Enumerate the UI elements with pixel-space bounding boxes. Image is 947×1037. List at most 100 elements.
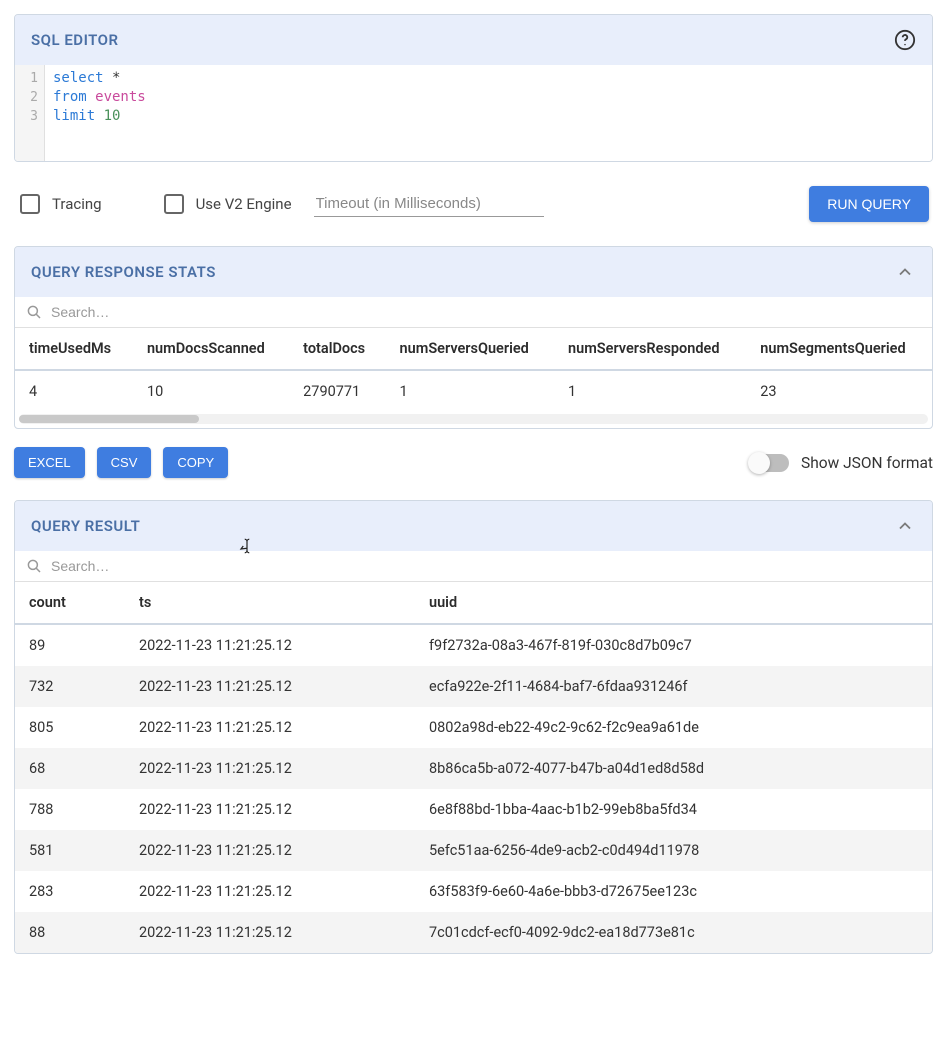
result-cell-count: 89	[15, 624, 125, 666]
result-cell-uuid: 0802a98d-eb22-49c2-9c62-f2c9ea9a61de	[415, 707, 932, 748]
result-panel: QUERY RESULT count ts uuid	[14, 500, 933, 954]
search-icon	[25, 557, 43, 575]
result-cell-uuid: 6e8f88bd-1bba-4aac-b1b2-99eb8ba5fd34	[415, 789, 932, 830]
horizontal-scrollbar[interactable]	[19, 414, 928, 424]
csv-button[interactable]: CSV	[97, 447, 152, 478]
result-cell-ts: 2022-11-23 11:21:25.12	[125, 789, 415, 830]
stats-col-header[interactable]: numSegmentsQueried	[746, 328, 932, 370]
stats-cell: 1	[386, 370, 554, 412]
result-col-header[interactable]: uuid	[415, 582, 932, 624]
result-cell-ts: 2022-11-23 11:21:25.12	[125, 748, 415, 789]
table-row[interactable]: 8052022-11-23 11:21:25.120802a98d-eb22-4…	[15, 707, 932, 748]
result-cell-count: 805	[15, 707, 125, 748]
table-row[interactable]: 682022-11-23 11:21:25.128b86ca5b-a072-40…	[15, 748, 932, 789]
result-cell-uuid: 63f583f9-6e60-4a6e-bbb3-d72675ee123c	[415, 871, 932, 912]
json-toggle-wrap: Show JSON format	[751, 454, 933, 472]
stats-cell: 4	[15, 370, 133, 412]
table-row[interactable]: 7882022-11-23 11:21:25.126e8f88bd-1bba-4…	[15, 789, 932, 830]
excel-button[interactable]: EXCEL	[14, 447, 85, 478]
tracing-checkbox[interactable]: Tracing	[20, 194, 102, 214]
stats-row: 4 10 2790771 1 1 23	[15, 370, 932, 412]
stats-search-bar	[15, 297, 932, 328]
result-header-row: count ts uuid	[15, 582, 932, 624]
stats-search-input[interactable]	[51, 304, 922, 320]
result-cell-uuid: 7c01cdcf-ecf0-4092-9dc2-ea18d773e81c	[415, 912, 932, 953]
result-search-input[interactable]	[51, 558, 922, 574]
stats-table: timeUsedMs numDocsScanned totalDocs numS…	[15, 328, 932, 412]
stats-cell: 23	[746, 370, 932, 412]
chevron-up-icon[interactable]	[894, 261, 916, 283]
result-cell-uuid: f9f2732a-08a3-467f-819f-030c8d7b09c7	[415, 624, 932, 666]
table-row[interactable]: 882022-11-23 11:21:25.127c01cdcf-ecf0-40…	[15, 912, 932, 953]
result-title: QUERY RESULT	[31, 517, 140, 535]
gutter-line: 1	[21, 69, 38, 88]
result-cell-ts: 2022-11-23 11:21:25.12	[125, 871, 415, 912]
json-toggle[interactable]	[751, 454, 789, 472]
result-cell-count: 88	[15, 912, 125, 953]
result-cell-count: 788	[15, 789, 125, 830]
result-cell-count: 581	[15, 830, 125, 871]
stats-header[interactable]: QUERY RESPONSE STATS	[15, 247, 932, 297]
result-cell-uuid: 5efc51aa-6256-4de9-acb2-c0d494d11978	[415, 830, 932, 871]
sql-editor-header: SQL EDITOR	[15, 15, 932, 65]
sql-editor-title: SQL EDITOR	[31, 31, 119, 49]
stats-table-scroll[interactable]: timeUsedMs numDocsScanned totalDocs numS…	[15, 328, 932, 412]
gutter-line: 2	[21, 88, 38, 107]
stats-header-row: timeUsedMs numDocsScanned totalDocs numS…	[15, 328, 932, 370]
result-header[interactable]: QUERY RESULT	[15, 501, 932, 551]
search-icon	[25, 303, 43, 321]
stats-col-header[interactable]: totalDocs	[289, 328, 385, 370]
result-cell-uuid: 8b86ca5b-a072-4077-b47b-a04d1ed8d58d	[415, 748, 932, 789]
copy-button[interactable]: COPY	[163, 447, 228, 478]
usev2-label: Use V2 Engine	[196, 195, 292, 213]
help-icon[interactable]	[894, 29, 916, 51]
checkbox-box-icon	[20, 194, 40, 214]
table-row[interactable]: 892022-11-23 11:21:25.12f9f2732a-08a3-46…	[15, 624, 932, 666]
run-query-button[interactable]: RUN QUERY	[809, 186, 929, 222]
usev2-checkbox[interactable]: Use V2 Engine	[164, 194, 292, 214]
code-gutter: 1 2 3	[15, 65, 45, 161]
result-cell-ts: 2022-11-23 11:21:25.12	[125, 830, 415, 871]
table-row[interactable]: 7322022-11-23 11:21:25.12ecfa922e-2f11-4…	[15, 666, 932, 707]
scrollbar-thumb[interactable]	[19, 415, 199, 423]
sql-code-editor[interactable]: 1 2 3 select * from events limit 10	[15, 65, 932, 161]
table-row[interactable]: 2832022-11-23 11:21:25.1263f583f9-6e60-4…	[15, 871, 932, 912]
result-col-header[interactable]: count	[15, 582, 125, 624]
chevron-up-icon[interactable]	[894, 515, 916, 537]
stats-col-header[interactable]: numServersQueried	[386, 328, 554, 370]
stats-panel: QUERY RESPONSE STATS timeUsedMs numDocsS…	[14, 246, 933, 429]
code-line: from events	[53, 88, 924, 107]
tracing-label: Tracing	[52, 195, 102, 213]
result-cell-count: 283	[15, 871, 125, 912]
stats-col-header[interactable]: numDocsScanned	[133, 328, 289, 370]
result-col-header[interactable]: ts	[125, 582, 415, 624]
stats-cell: 2790771	[289, 370, 385, 412]
code-line: limit 10	[53, 107, 924, 126]
stats-col-header[interactable]: timeUsedMs	[15, 328, 133, 370]
stats-col-header[interactable]: numServersResponded	[554, 328, 746, 370]
result-cell-ts: 2022-11-23 11:21:25.12	[125, 666, 415, 707]
result-table-scroll[interactable]: count ts uuid 892022-11-23 11:21:25.12f9…	[15, 582, 932, 953]
table-row[interactable]: 5812022-11-23 11:21:25.125efc51aa-6256-4…	[15, 830, 932, 871]
result-cell-ts: 2022-11-23 11:21:25.12	[125, 707, 415, 748]
result-table: count ts uuid 892022-11-23 11:21:25.12f9…	[15, 582, 932, 953]
result-cell-count: 732	[15, 666, 125, 707]
result-cell-ts: 2022-11-23 11:21:25.12	[125, 624, 415, 666]
result-search-bar	[15, 551, 932, 582]
stats-cell: 1	[554, 370, 746, 412]
result-cell-ts: 2022-11-23 11:21:25.12	[125, 912, 415, 953]
code-line: select *	[53, 69, 924, 88]
stats-title: QUERY RESPONSE STATS	[31, 263, 216, 281]
result-cell-count: 68	[15, 748, 125, 789]
toggle-knob	[748, 452, 770, 474]
timeout-input[interactable]	[314, 191, 544, 217]
code-lines[interactable]: select * from events limit 10	[45, 65, 932, 161]
stats-cell: 10	[133, 370, 289, 412]
sql-editor-panel: SQL EDITOR 1 2 3 select * from events li…	[14, 14, 933, 162]
export-row: EXCEL CSV COPY Show JSON format	[14, 447, 933, 478]
json-toggle-label: Show JSON format	[801, 454, 933, 472]
gutter-line: 3	[21, 107, 38, 126]
controls-row: Tracing Use V2 Engine RUN QUERY	[14, 180, 933, 246]
result-cell-uuid: ecfa922e-2f11-4684-baf7-6fdaa931246f	[415, 666, 932, 707]
checkbox-box-icon	[164, 194, 184, 214]
